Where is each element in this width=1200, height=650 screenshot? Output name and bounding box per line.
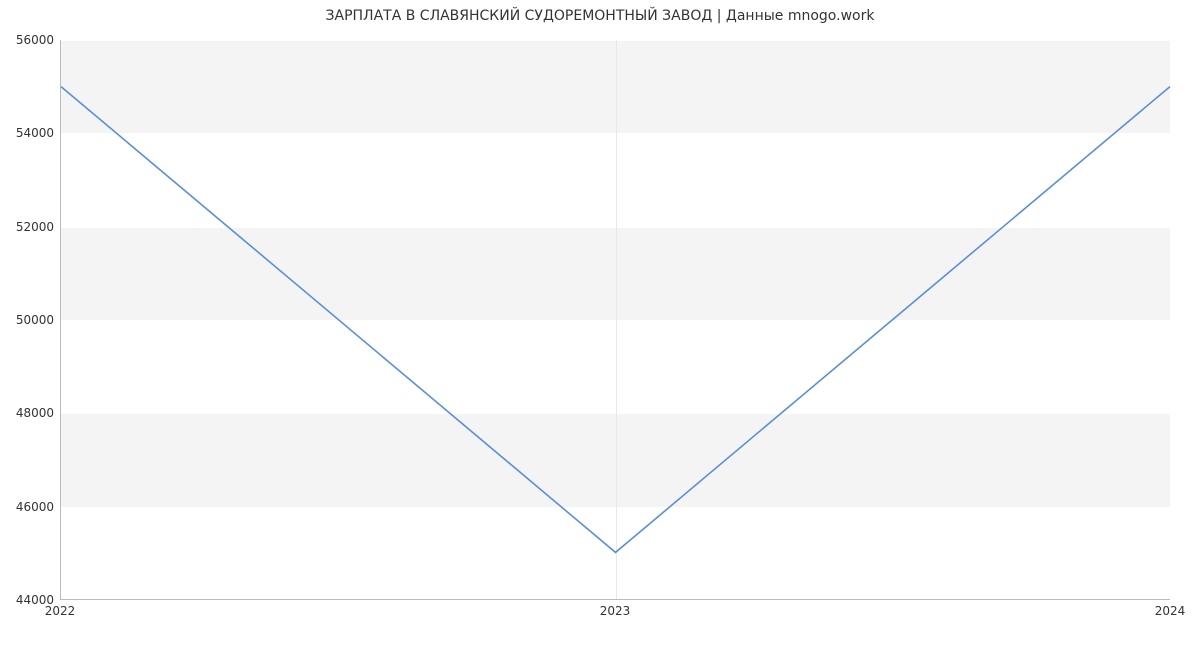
series-line <box>61 87 1170 553</box>
chart-title: ЗАРПЛАТА В СЛАВЯНСКИЙ СУДОРЕМОНТНЫЙ ЗАВО… <box>0 8 1200 24</box>
chart-container: ЗАРПЛАТА В СЛАВЯНСКИЙ СУДОРЕМОНТНЫЙ ЗАВО… <box>0 0 1200 650</box>
y-tick-label: 48000 <box>4 406 54 420</box>
plot-area <box>60 40 1170 600</box>
data-line <box>61 40 1170 599</box>
x-tick-label: 2023 <box>600 604 631 618</box>
x-tick-label: 2024 <box>1155 604 1186 618</box>
y-tick-label: 50000 <box>4 313 54 327</box>
x-tick-label: 2022 <box>45 604 76 618</box>
y-tick-label: 52000 <box>4 220 54 234</box>
y-tick-label: 46000 <box>4 500 54 514</box>
y-tick-label: 54000 <box>4 126 54 140</box>
y-tick-label: 56000 <box>4 33 54 47</box>
